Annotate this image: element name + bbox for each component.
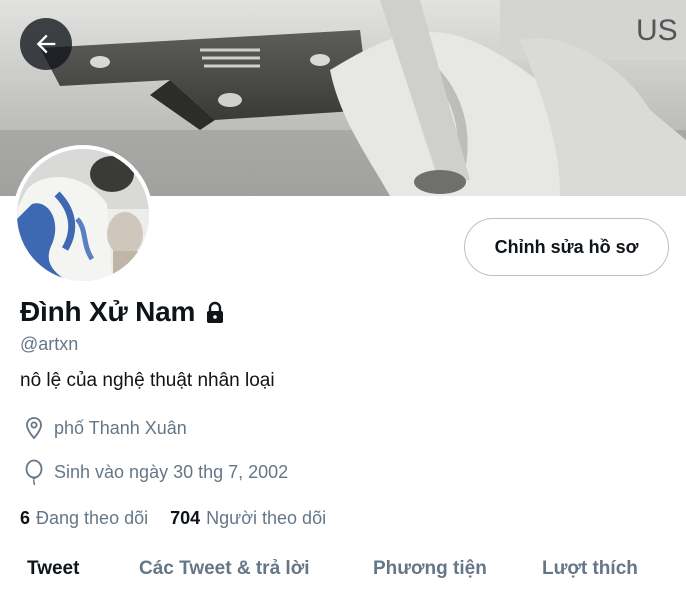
balloon-icon: [25, 459, 43, 485]
birthday: Sinh vào ngày 30 thg 7, 2002: [22, 459, 288, 485]
lock-icon: [203, 301, 227, 325]
tab-tweets[interactable]: Tweet: [27, 558, 79, 580]
following-count: 6: [20, 508, 31, 528]
back-button[interactable]: [20, 18, 72, 70]
tab-tweets-and-replies[interactable]: Các Tweet & trả lời: [139, 558, 309, 580]
tab-likes[interactable]: Lượt thích: [542, 558, 638, 580]
location-pin-icon: [26, 417, 42, 440]
tab-media[interactable]: Phương tiện: [373, 558, 487, 580]
handle: @artxn: [20, 334, 79, 354]
following-label: Đang theo dõi: [36, 508, 149, 528]
bio: nô lệ của nghệ thuật nhân loại: [20, 370, 275, 391]
avatar-image: [17, 149, 149, 281]
followers-link[interactable]: 704 Người theo dõi: [170, 508, 326, 529]
follow-stats: 6 Đang theo dõi 704 Người theo dõi: [20, 508, 326, 529]
followers-label: Người theo dõi: [206, 508, 327, 528]
birthday-text: Sinh vào ngày 30 thg 7, 2002: [54, 461, 289, 482]
arrow-left-icon: [36, 34, 56, 54]
following-link[interactable]: 6 Đang theo dõi: [20, 508, 148, 529]
profile-tabs: Tweet Các Tweet & trả lời Phương tiện Lư…: [0, 548, 686, 600]
location-text: phố Thanh Xuân: [54, 417, 187, 438]
edit-profile-button[interactable]: Chỉnh sửa hồ sơ: [464, 218, 669, 276]
followers-count: 704: [170, 508, 201, 528]
display-name: Đình Xử Nam: [20, 296, 196, 327]
display-name-row: Đình Xử Nam: [20, 296, 227, 328]
location: phố Thanh Xuân: [22, 416, 187, 440]
svg-text:US: US: [636, 14, 678, 47]
avatar[interactable]: [13, 145, 153, 285]
